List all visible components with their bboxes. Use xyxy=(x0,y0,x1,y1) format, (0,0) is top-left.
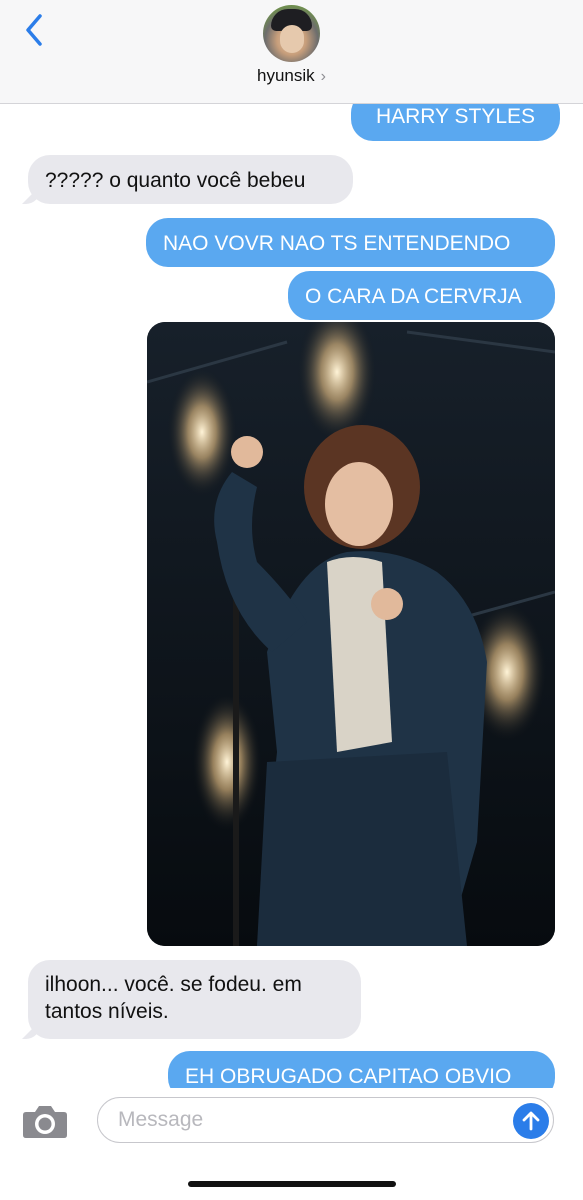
conversation-header: hyunsik › xyxy=(0,0,583,104)
camera-icon xyxy=(23,1106,67,1138)
arrow-up-icon xyxy=(522,1111,540,1131)
chevron-right-icon: › xyxy=(320,68,326,85)
message-text: EH OBRUGADO CAPITAO OBVIO xyxy=(185,1065,512,1088)
message-thread[interactable]: HARRY STYLES ????? o quanto você bebeu N… xyxy=(0,0,583,1088)
message-text: O CARA DA CERVRJA xyxy=(305,285,522,308)
photo-message[interactable] xyxy=(147,322,555,946)
message-bubble-incoming[interactable]: ilhoon... você. se fodeu. em tantos níve… xyxy=(28,960,361,1039)
avatar[interactable] xyxy=(263,5,320,62)
message-text: ????? o quanto você bebeu xyxy=(45,169,306,192)
message-bubble-incoming[interactable]: ????? o quanto você bebeu xyxy=(28,155,353,204)
contact-name: hyunsik xyxy=(257,66,315,85)
message-input[interactable] xyxy=(97,1097,554,1143)
message-bubble-outgoing[interactable]: NAO VOVR NAO TS ENTENDENDO xyxy=(146,218,555,267)
message-bubble-outgoing[interactable]: EH OBRUGADO CAPITAO OBVIO xyxy=(168,1051,555,1088)
home-indicator xyxy=(188,1181,396,1187)
message-bubble-outgoing[interactable]: O CARA DA CERVRJA xyxy=(288,271,555,320)
concert-photo xyxy=(147,322,555,946)
message-text: HARRY STYLES xyxy=(375,105,536,128)
send-button[interactable] xyxy=(513,1103,549,1139)
message-text: ilhoon... você. se fodeu. em tantos níve… xyxy=(45,973,302,1023)
avatar-face xyxy=(280,25,304,53)
contact-name-button[interactable]: hyunsik › xyxy=(0,66,583,86)
back-button[interactable] xyxy=(14,8,54,52)
chevron-left-icon xyxy=(26,14,42,46)
camera-button[interactable] xyxy=(22,1103,68,1139)
message-text: NAO VOVR NAO TS ENTENDENDO xyxy=(163,232,511,255)
